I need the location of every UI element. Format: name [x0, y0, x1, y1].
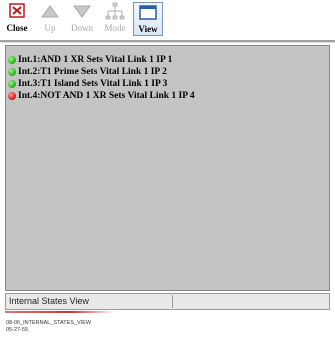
status-bar: Internal States View: [5, 293, 330, 310]
status-green-icon: [8, 80, 16, 88]
status-bar-secondary-pane: [176, 295, 326, 308]
list-item-label: Int.2:T1 Prime Sets Vital Link 1 IP 2: [18, 67, 167, 77]
up-button[interactable]: Up: [36, 2, 64, 36]
down-button-label: Down: [71, 23, 93, 33]
view-window-icon: [139, 5, 157, 20]
internal-states-list[interactable]: Int.1:AND 1 XR Sets Vital Link 1 IP 1 In…: [5, 45, 330, 291]
toolbar: Close Up Down Mode View: [0, 0, 335, 38]
list-item[interactable]: Int.4:NOT AND 1 XR Sets Vital Link 1 IP …: [8, 90, 195, 102]
up-button-label: Up: [44, 23, 56, 33]
list-item-label: Int.3:T1 Island Sets Vital Link 1 IP 3: [18, 79, 168, 89]
caption-line-1: 08-06_INTERNAL_STATES_VIEW: [6, 320, 92, 326]
mode-button[interactable]: Mode: [100, 2, 130, 36]
status-green-icon: [8, 56, 16, 64]
view-button-label: View: [138, 24, 158, 34]
view-button[interactable]: View: [133, 2, 163, 36]
list-item[interactable]: Int.3:T1 Island Sets Vital Link 1 IP 3: [8, 78, 167, 90]
up-arrow-icon: [41, 5, 59, 18]
toolbar-divider: [0, 40, 335, 43]
decorative-red-rule: [5, 311, 115, 313]
close-button-label: Close: [6, 23, 28, 33]
list-item-label: Int.1:AND 1 XR Sets Vital Link 1 IP 1: [18, 55, 173, 65]
down-arrow-icon: [73, 5, 91, 18]
close-x-icon: [9, 3, 25, 18]
list-item[interactable]: Int.2:T1 Prime Sets Vital Link 1 IP 2: [8, 66, 167, 78]
list-item[interactable]: Int.1:AND 1 XR Sets Vital Link 1 IP 1: [8, 54, 172, 66]
status-red-icon: [8, 92, 16, 100]
mode-button-label: Mode: [104, 23, 126, 33]
caption-line-2: 05-27-55: [6, 327, 29, 333]
mode-network-icon: [105, 2, 125, 20]
down-button[interactable]: Down: [66, 2, 98, 36]
image-caption: 08-06_INTERNAL_STATES_VIEW 05-27-55: [6, 320, 91, 334]
status-bar-view-name: Internal States View: [7, 295, 173, 308]
status-green-icon: [8, 68, 16, 76]
close-button[interactable]: Close: [2, 2, 32, 36]
list-item-label: Int.4:NOT AND 1 XR Sets Vital Link 1 IP …: [18, 91, 195, 101]
